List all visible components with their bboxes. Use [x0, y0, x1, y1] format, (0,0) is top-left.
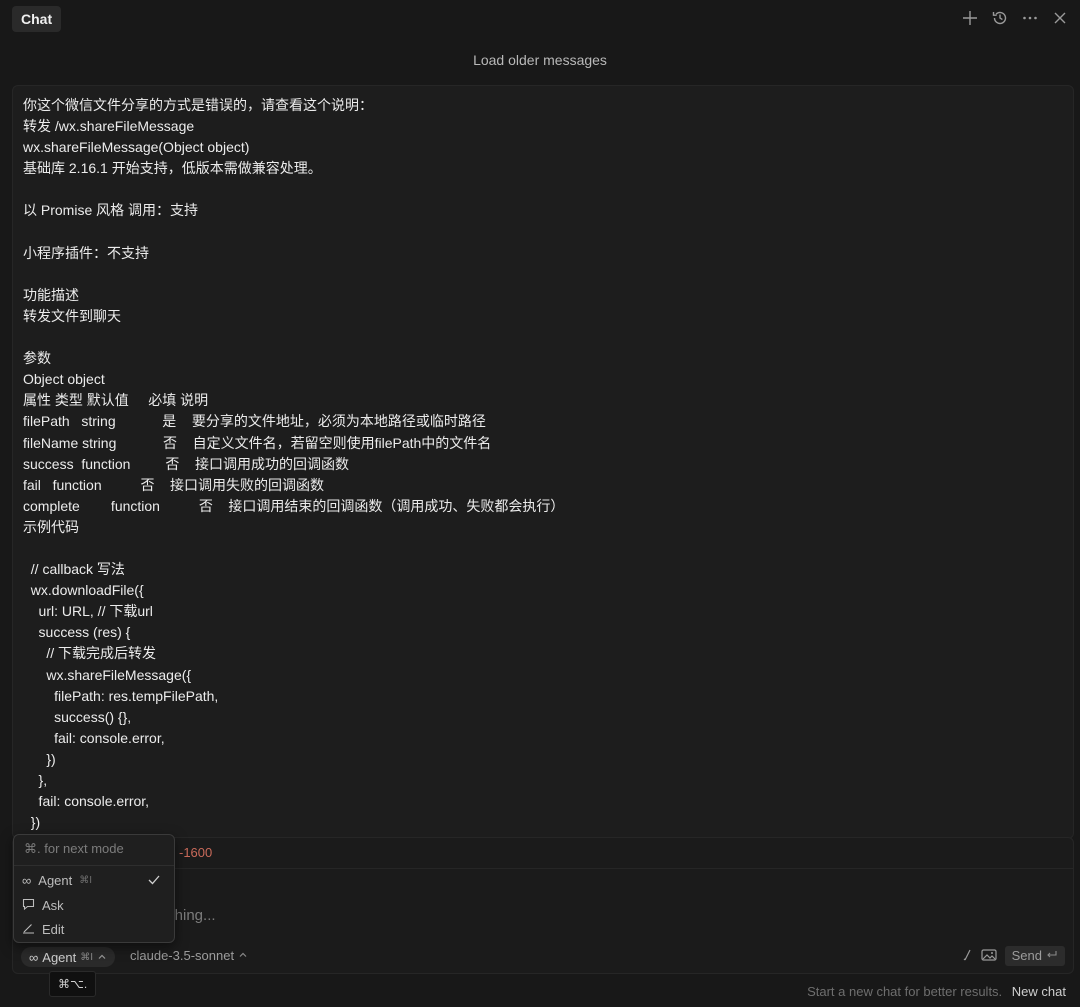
message-text: 你这个微信文件分享的方式是错误的，请查看这个说明： 转发 /wx.shareFi…: [23, 97, 565, 831]
chevron-up-icon: [97, 950, 107, 965]
more-icon[interactable]: [1020, 8, 1040, 28]
shortcut-tooltip: ⌘⌥.: [49, 971, 97, 997]
close-icon[interactable]: [1050, 8, 1070, 28]
footer-hint: Start a new chat for better results.: [807, 984, 1003, 999]
mode-dropdown-hint: ⌘. for next mode: [24, 841, 124, 856]
load-older-messages[interactable]: Load older messages: [0, 52, 1080, 68]
user-message: 你这个微信文件分享的方式是错误的，请查看这个说明： 转发 /wx.shareFi…: [12, 85, 1074, 839]
infinity-icon: ∞: [22, 872, 32, 888]
history-icon[interactable]: [990, 8, 1010, 28]
pencil-icon: [22, 922, 35, 937]
mode-shortcut: ⌘I: [80, 951, 94, 963]
send-label: Send: [1011, 948, 1042, 963]
model-selector-button[interactable]: claude-3.5-sonnet: [130, 948, 248, 963]
footer: Start a new chat for better results. New…: [807, 984, 1066, 999]
image-icon[interactable]: [981, 948, 997, 965]
mode-option-ask[interactable]: Ask: [22, 894, 166, 916]
mention-icon[interactable]: [961, 948, 973, 965]
tab-chat[interactable]: Chat: [12, 6, 62, 32]
chevron-up-icon: [238, 948, 248, 963]
infinity-icon: ∞: [29, 949, 39, 965]
mode-option-label: Ask: [42, 897, 64, 913]
divider: [14, 865, 174, 866]
chat-header: Chat: [0, 0, 1080, 38]
mode-dropdown: ⌘. for next mode ∞ Agent ⌘I Ask Edit: [13, 834, 175, 943]
header-actions: [960, 8, 1070, 28]
enter-icon: [1046, 947, 1058, 965]
mode-option-shortcut: ⌘I: [79, 874, 93, 886]
input-tools: Send: [961, 946, 1065, 966]
mode-label: Agent: [42, 949, 77, 965]
mode-selector-button[interactable]: ∞ Agent ⌘I: [21, 947, 116, 967]
chat-bubble-icon: [22, 898, 35, 913]
plus-icon[interactable]: [960, 8, 980, 28]
check-icon: [148, 873, 160, 888]
mode-option-label: Agent: [38, 872, 73, 888]
mode-option-edit[interactable]: Edit: [22, 918, 166, 940]
mode-option-label: Edit: [42, 921, 65, 937]
new-chat-link[interactable]: New chat: [1012, 984, 1066, 999]
mode-option-agent[interactable]: ∞ Agent ⌘I: [22, 869, 166, 891]
model-label: claude-3.5-sonnet: [130, 948, 235, 963]
send-button[interactable]: Send: [1004, 946, 1065, 966]
context-text: -1600: [179, 845, 213, 860]
